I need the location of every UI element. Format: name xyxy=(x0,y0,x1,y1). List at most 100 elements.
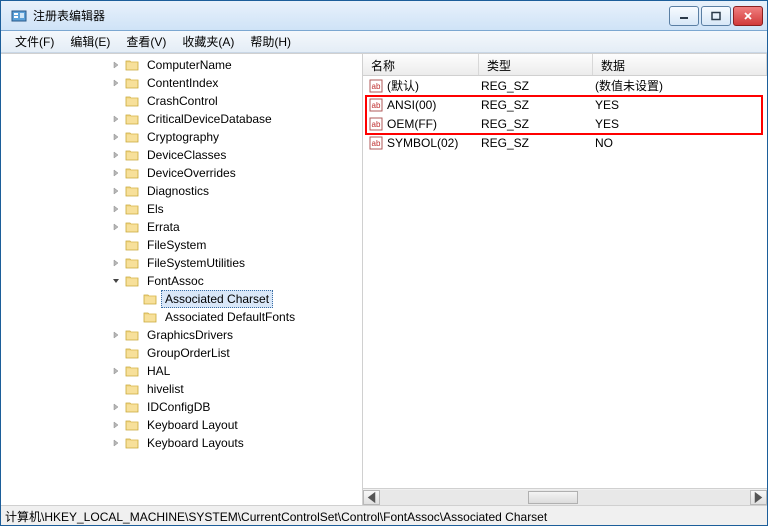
expand-icon[interactable] xyxy=(111,330,121,340)
horizontal-scrollbar[interactable] xyxy=(363,488,767,505)
value-data: YES xyxy=(595,98,767,112)
expand-icon[interactable] xyxy=(111,276,121,286)
menu-view[interactable]: 查看(V) xyxy=(118,31,174,52)
expand-icon[interactable] xyxy=(111,384,121,394)
tree-label: Errata xyxy=(143,218,184,236)
value-list[interactable]: ab(默认)REG_SZ(数值未设置)abANSI(00)REG_SZYESab… xyxy=(363,76,767,488)
tree-item[interactable]: Errata xyxy=(1,218,362,236)
expand-icon[interactable] xyxy=(111,204,121,214)
expand-icon[interactable] xyxy=(111,420,121,430)
value-row[interactable]: abANSI(00)REG_SZYES xyxy=(363,95,767,114)
expand-icon[interactable] xyxy=(111,96,121,106)
value-name: SYMBOL(02) xyxy=(387,136,481,150)
registry-editor-window: 注册表编辑器 文件(F) 编辑(E) 查看(V) 收藏夹(A) 帮助(H) Co… xyxy=(0,0,768,526)
tree-item[interactable]: Keyboard Layout xyxy=(1,416,362,434)
expand-icon[interactable] xyxy=(111,348,121,358)
close-button[interactable] xyxy=(733,6,763,26)
minimize-button[interactable] xyxy=(669,6,699,26)
folder-icon xyxy=(125,113,139,125)
col-type[interactable]: 类型 xyxy=(479,54,593,75)
tree-item[interactable]: Keyboard Layouts xyxy=(1,434,362,452)
window-buttons xyxy=(669,6,763,26)
tree-item[interactable]: hivelist xyxy=(1,380,362,398)
column-headers: 名称 类型 数据 xyxy=(363,54,767,76)
tree-item[interactable]: ContentIndex xyxy=(1,74,362,92)
expand-icon[interactable] xyxy=(111,258,121,268)
tree-label: Els xyxy=(143,200,168,218)
window-title: 注册表编辑器 xyxy=(33,7,669,24)
expand-icon[interactable] xyxy=(111,438,121,448)
folder-icon xyxy=(125,419,139,431)
col-name[interactable]: 名称 xyxy=(363,54,479,75)
maximize-button[interactable] xyxy=(701,6,731,26)
folder-icon xyxy=(125,203,139,215)
scroll-left-icon[interactable] xyxy=(363,490,380,505)
value-row[interactable]: abOEM(FF)REG_SZYES xyxy=(363,114,767,133)
tree-label: hivelist xyxy=(143,380,188,398)
folder-icon xyxy=(143,293,157,305)
tree-item[interactable]: Els xyxy=(1,200,362,218)
expand-icon[interactable] xyxy=(111,114,121,124)
tree-item[interactable]: Associated Charset xyxy=(1,290,362,308)
value-row[interactable]: ab(默认)REG_SZ(数值未设置) xyxy=(363,76,767,95)
tree-item[interactable]: HAL xyxy=(1,362,362,380)
key-tree-pane[interactable]: ComputerNameContentIndexCrashControlCrit… xyxy=(1,54,363,505)
tree-item[interactable]: DeviceOverrides xyxy=(1,164,362,182)
folder-icon xyxy=(125,347,139,359)
tree-label: Keyboard Layouts xyxy=(143,434,248,452)
expand-icon[interactable] xyxy=(111,168,121,178)
scroll-track[interactable] xyxy=(380,490,750,505)
col-data[interactable]: 数据 xyxy=(593,54,767,75)
expand-icon[interactable] xyxy=(111,366,121,376)
string-value-icon: ab xyxy=(369,136,383,150)
menu-file[interactable]: 文件(F) xyxy=(7,31,62,52)
expand-icon[interactable] xyxy=(111,402,121,412)
tree-item[interactable]: Diagnostics xyxy=(1,182,362,200)
folder-icon xyxy=(125,59,139,71)
folder-icon xyxy=(125,95,139,107)
string-value-icon: ab xyxy=(369,98,383,112)
expand-icon[interactable] xyxy=(111,240,121,250)
expand-icon[interactable] xyxy=(111,150,121,160)
tree-item[interactable]: GroupOrderList xyxy=(1,344,362,362)
tree-label: GraphicsDrivers xyxy=(143,326,237,344)
expand-icon[interactable] xyxy=(111,78,121,88)
value-type: REG_SZ xyxy=(481,136,595,150)
tree-label: CrashControl xyxy=(143,92,222,110)
menu-edit[interactable]: 编辑(E) xyxy=(62,31,118,52)
expand-icon[interactable] xyxy=(111,132,121,142)
scroll-thumb[interactable] xyxy=(528,491,578,504)
value-data: NO xyxy=(595,136,767,150)
tree-label: GroupOrderList xyxy=(143,344,234,362)
tree-item[interactable]: ComputerName xyxy=(1,56,362,74)
tree-item[interactable]: FontAssoc xyxy=(1,272,362,290)
tree-item[interactable]: IDConfigDB xyxy=(1,398,362,416)
svg-text:ab: ab xyxy=(372,82,381,91)
tree-label: ContentIndex xyxy=(143,74,222,92)
title-bar[interactable]: 注册表编辑器 xyxy=(1,1,767,31)
tree-label: Cryptography xyxy=(143,128,223,146)
menu-favorites[interactable]: 收藏夹(A) xyxy=(174,31,242,52)
expand-icon[interactable] xyxy=(111,186,121,196)
tree-label: ComputerName xyxy=(143,56,236,74)
tree-item[interactable]: CrashControl xyxy=(1,92,362,110)
value-row[interactable]: ab SYMBOL(02)REG_SZNO xyxy=(363,133,767,152)
menu-help[interactable]: 帮助(H) xyxy=(242,31,299,52)
tree-item[interactable]: GraphicsDrivers xyxy=(1,326,362,344)
tree-item[interactable]: Cryptography xyxy=(1,128,362,146)
tree-label: FontAssoc xyxy=(143,272,208,290)
folder-icon xyxy=(125,401,139,413)
tree-item[interactable]: FileSystem xyxy=(1,236,362,254)
expand-icon[interactable] xyxy=(111,60,121,70)
expand-icon[interactable] xyxy=(111,222,121,232)
scroll-right-icon[interactable] xyxy=(750,490,767,505)
folder-icon xyxy=(125,221,139,233)
tree-item[interactable]: FileSystemUtilities xyxy=(1,254,362,272)
value-name: (默认) xyxy=(387,77,481,94)
tree-item[interactable]: Associated DefaultFonts xyxy=(1,308,362,326)
status-bar: 计算机\HKEY_LOCAL_MACHINE\SYSTEM\CurrentCon… xyxy=(1,505,767,525)
tree-item[interactable]: DeviceClasses xyxy=(1,146,362,164)
tree-item[interactable]: CriticalDeviceDatabase xyxy=(1,110,362,128)
string-value-icon: ab xyxy=(369,117,383,131)
menu-bar: 文件(F) 编辑(E) 查看(V) 收藏夹(A) 帮助(H) xyxy=(1,31,767,53)
